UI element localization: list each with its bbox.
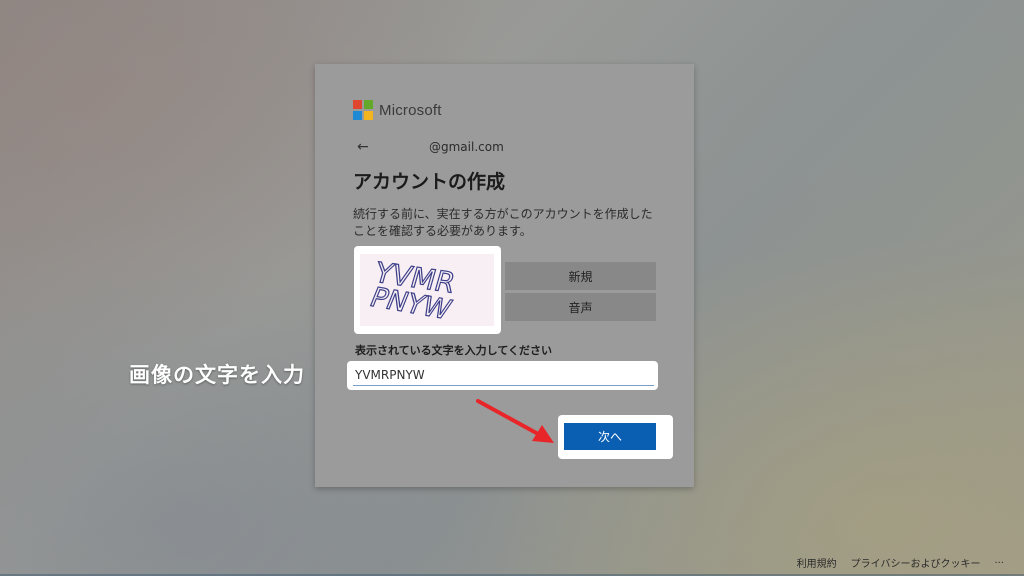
annotation-label: 画像の文字を入力 — [129, 363, 305, 387]
brand-name: Microsoft — [379, 101, 442, 119]
footer-more-icon[interactable]: ... — [994, 555, 1004, 570]
captcha-audio-button[interactable]: 音声 — [505, 293, 656, 321]
footer-terms-link[interactable]: 利用規約 — [797, 555, 837, 570]
back-arrow-icon[interactable]: ← — [357, 139, 377, 155]
captcha-input-highlight — [347, 361, 658, 390]
identity-banner: ← @gmail.com — [357, 138, 657, 156]
red-arrow-icon — [476, 399, 554, 443]
captcha-input[interactable] — [353, 364, 654, 386]
email-label: @gmail.com — [429, 140, 504, 154]
footer: 利用規約 プライバシーおよびクッキー ... — [797, 555, 1004, 570]
microsoft-logo-icon — [353, 100, 373, 120]
microsoft-logo: Microsoft — [353, 100, 442, 120]
next-button-highlight: 次へ — [558, 415, 673, 459]
page-title: アカウントの作成 — [353, 171, 506, 193]
captcha-new-button[interactable]: 新規 — [505, 262, 656, 290]
captcha-input-label: 表示されている文字を入力してください — [355, 344, 553, 357]
captcha-image: YVMR PNYW — [360, 254, 494, 326]
captcha-image-highlight: YVMR PNYW — [354, 246, 501, 334]
description-text: 続行する前に、実在する方がこのアカウントを作成したことを確認する必要があります。 — [353, 207, 653, 238]
footer-privacy-link[interactable]: プライバシーおよびクッキー — [851, 555, 981, 570]
next-button[interactable]: 次へ — [564, 423, 656, 450]
